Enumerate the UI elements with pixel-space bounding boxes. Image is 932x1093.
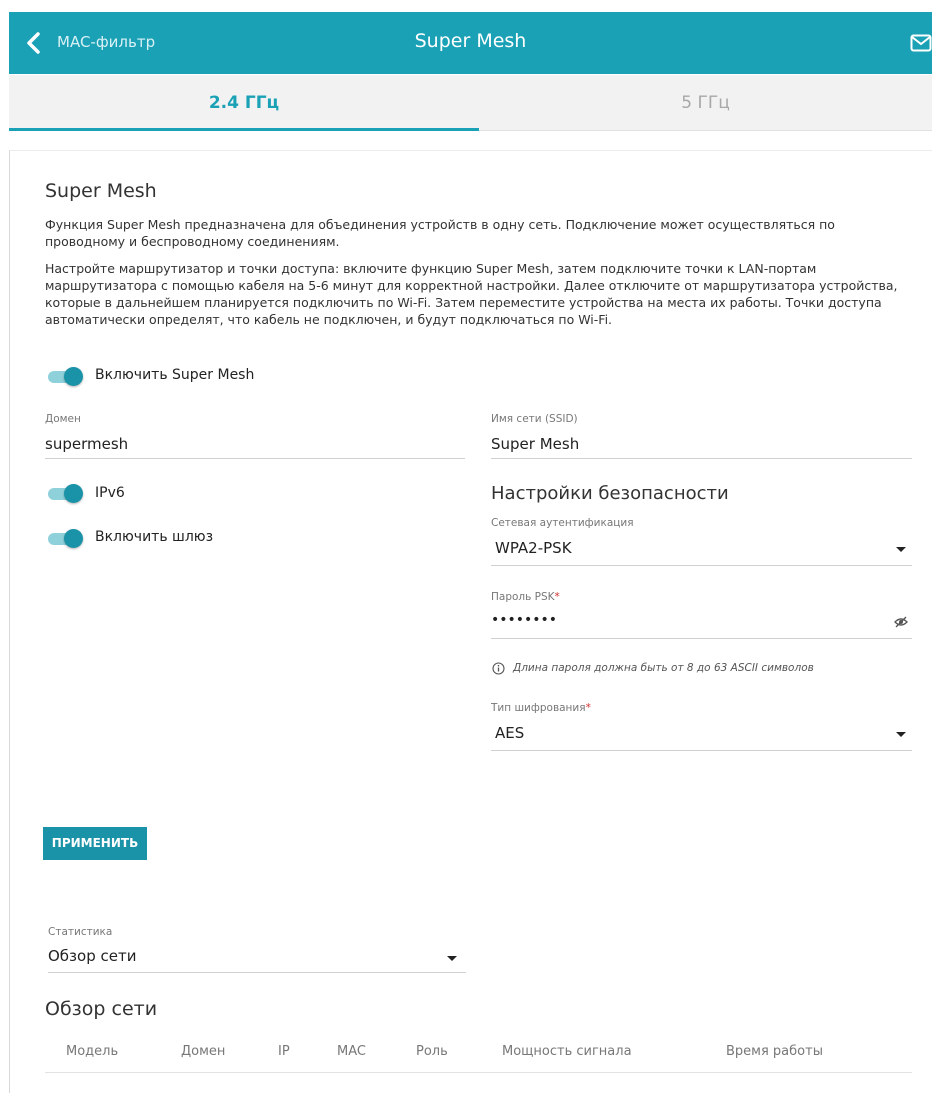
psk-underline <box>491 638 912 639</box>
ssid-input[interactable]: Super Mesh <box>491 435 579 453</box>
psk-hint: Длина пароля должна быть от 8 до 63 ASCI… <box>513 662 814 674</box>
overview-title: Обзор сети <box>45 998 158 1020</box>
cipher-label: Тип шифрования* <box>491 702 591 714</box>
column-header-model: Модель <box>66 1044 119 1059</box>
gateway-label: Включить шлюз <box>95 529 214 545</box>
apply-button[interactable]: ПРИМЕНИТЬ <box>43 827 147 860</box>
required-mark: * <box>554 591 560 603</box>
cipher-label-text: Тип шифрования <box>491 702 586 714</box>
ipv6-toggle[interactable] <box>48 483 83 503</box>
chevron-down-icon[interactable] <box>447 956 457 961</box>
tab-label: 5 ГГц <box>681 93 730 113</box>
mail-icon[interactable] <box>910 34 932 52</box>
domain-underline <box>45 458 465 459</box>
cipher-select[interactable]: AES <box>495 724 524 742</box>
chevron-down-icon[interactable] <box>896 547 906 552</box>
chevron-down-icon[interactable] <box>896 732 906 737</box>
auth-label: Сетевая аутентификация <box>491 517 634 529</box>
main-content: Super Mesh Функция Super Mesh предназнач… <box>9 150 932 1093</box>
statistics-select[interactable]: Обзор сети <box>48 947 136 965</box>
column-header-role: Роль <box>416 1044 448 1059</box>
statistics-label: Статистика <box>48 926 113 938</box>
auth-select[interactable]: WPA2-PSK <box>495 539 572 557</box>
page-header: MAC-фильтр Super Mesh <box>9 12 932 74</box>
domain-label: Домен <box>45 413 81 425</box>
security-title: Настройки безопасности <box>491 483 729 504</box>
column-header-ip: IP <box>278 1044 290 1059</box>
page-title: Super Mesh <box>414 30 527 52</box>
toggle-knob <box>64 484 83 503</box>
eye-off-icon[interactable] <box>894 615 908 629</box>
enable-mesh-toggle[interactable] <box>48 366 83 386</box>
column-header-domain: Домен <box>181 1044 226 1059</box>
info-icon <box>492 662 505 675</box>
statistics-underline <box>48 972 466 973</box>
enable-mesh-label: Включить Super Mesh <box>95 367 255 383</box>
ssid-label: Имя сети (SSID) <box>491 413 578 425</box>
column-header-uptime: Время работы <box>726 1044 823 1059</box>
tab-active-indicator <box>9 128 479 131</box>
required-mark: * <box>585 702 591 714</box>
psk-label: Пароль PSK* <box>491 591 560 603</box>
table-header-divider <box>45 1072 912 1073</box>
column-header-mac: MAC <box>337 1044 366 1059</box>
top-strip <box>0 0 932 12</box>
column-header-signal: Мощность сигнала <box>502 1044 632 1059</box>
cipher-underline <box>491 750 912 751</box>
auth-underline <box>491 565 912 566</box>
gateway-toggle[interactable] <box>48 528 83 548</box>
tab-label: 2.4 ГГц <box>208 93 280 113</box>
psk-label-text: Пароль PSK <box>491 591 555 603</box>
section-title: Super Mesh <box>45 180 157 202</box>
description-paragraph-2: Настройте маршрутизатор и точки доступа:… <box>45 261 898 327</box>
tab-5ghz[interactable]: 5 ГГц <box>479 75 932 131</box>
psk-input[interactable]: •••••••• <box>491 612 557 628</box>
toggle-knob <box>64 367 83 386</box>
description-paragraph-1: Функция Super Mesh предназначена для объ… <box>45 217 835 249</box>
tab-2-4ghz[interactable]: 2.4 ГГц <box>9 75 479 131</box>
toggle-knob <box>64 529 83 548</box>
ssid-underline <box>491 458 912 459</box>
ipv6-label: IPv6 <box>95 485 125 501</box>
band-tabs: 2.4 ГГц 5 ГГц <box>9 75 932 131</box>
domain-input[interactable]: supermesh <box>45 435 128 453</box>
